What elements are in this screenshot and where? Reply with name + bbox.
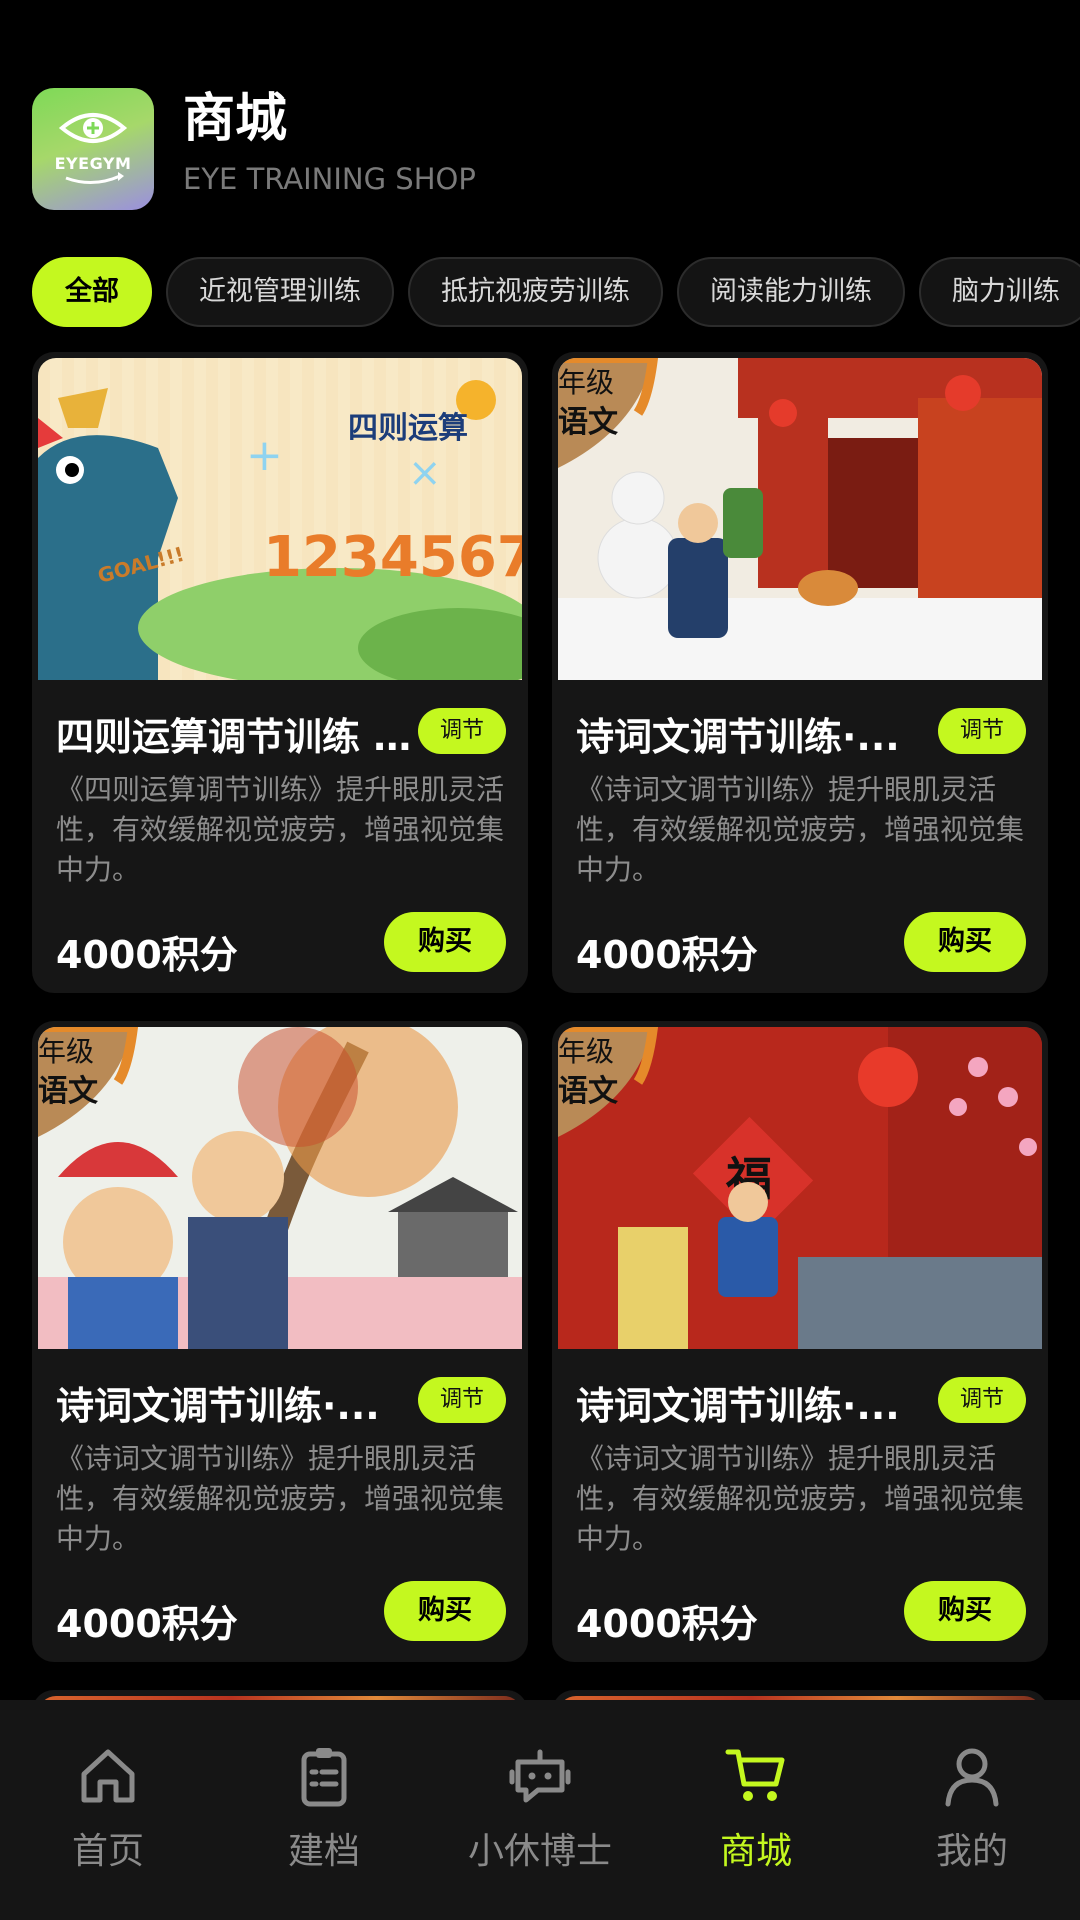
tab-reading[interactable]: 阅读能力训练 — [677, 257, 905, 327]
product-image: 福 年级 语文 — [558, 1027, 1042, 1349]
eye-logo-icon — [58, 113, 128, 184]
product-description: 《诗词文调节训练》提升眼肌灵活性，有效缓解视觉疲劳，增强视觉集中力。 — [576, 773, 1025, 886]
product-image: 年级 语文 — [558, 358, 1042, 680]
product-tag: 调节 — [937, 1377, 1026, 1423]
product-name: 诗词文调节训练·... — [56, 1384, 380, 1428]
product-image: 年级 语文 — [38, 1027, 522, 1349]
svg-text:×: × — [408, 450, 442, 496]
product-price: 4000积分 — [576, 933, 758, 977]
product-description: 《诗词文调节训练》提升眼肌灵活性，有效缓解视觉疲劳，增强视觉集中力。 — [576, 1442, 1025, 1555]
subject-badge: 语文 — [558, 405, 618, 440]
product-card[interactable]: 年级 语文 诗词文调节训练·... 调节 《诗词文调节训练》提升眼肌灵活性，有效… — [552, 352, 1048, 993]
cart-icon — [725, 1749, 785, 1801]
product-tag: 调节 — [417, 1377, 506, 1423]
page-title: 商城 — [183, 89, 288, 149]
header: EYEGYM 商城 EYE TRAINING SHOP — [0, 0, 1080, 240]
nav-home[interactable]: 首页 — [0, 1744, 216, 1874]
product-card[interactable]: 四则运算 1234567 9 GOAL!!! + × 四则运算调节训练 ... … — [32, 352, 528, 993]
product-card[interactable]: 年级 语文 诗词文调节训练·... 调节 《诗词文调节训练》提升眼肌灵活性，有效… — [32, 1021, 528, 1662]
app-root: EYEGYM 商城 EYE TRAINING SHOP 全部 近视管理训练 抵抗视疲… — [0, 0, 1080, 1920]
home-icon — [81, 1749, 135, 1803]
image-caption: 四则运算 — [348, 411, 468, 446]
nav-label: 我的 — [935, 1831, 1008, 1872]
product-image: 四则运算 1234567 9 GOAL!!! + × — [38, 358, 522, 680]
tab-anti-fatigue[interactable]: 抵抗视疲劳训练 — [408, 257, 663, 327]
product-price: 4000积分 — [56, 1602, 238, 1646]
logo-text: EYEGYM — [54, 154, 132, 173]
product-tag: 调节 — [417, 708, 506, 754]
nav-label: 建档 — [287, 1831, 360, 1872]
product-name: 诗词文调节训练·... — [576, 1384, 900, 1428]
nav-mine[interactable]: 我的 — [864, 1744, 1080, 1874]
product-tag: 调节 — [937, 708, 1026, 754]
subject-badge: 语文 — [38, 1074, 98, 1109]
product-description: 《四则运算调节训练》提升眼肌灵活性，有效缓解视觉疲劳，增强视觉集中力。 — [56, 773, 505, 886]
user-icon — [945, 1748, 999, 1807]
nav-dr-break[interactable]: 小休博士 — [432, 1744, 648, 1874]
nav-label: 首页 — [71, 1831, 144, 1872]
nav-label: 商城 — [719, 1831, 792, 1872]
buy-button[interactable]: 购买 — [384, 1581, 506, 1641]
product-name: 诗词文调节训练·... — [576, 715, 900, 759]
buy-button[interactable]: 购买 — [384, 912, 506, 972]
product-name: 四则运算调节训练 ... — [56, 715, 416, 759]
subject-badge: 语文 — [558, 1074, 618, 1109]
image-numbers: 1234567 9 — [263, 525, 522, 590]
product-price: 4000积分 — [56, 933, 238, 977]
category-tabs: 全部 近视管理训练 抵抗视疲劳训练 阅读能力训练 脑力训练 — [32, 257, 1080, 329]
tab-brain[interactable]: 脑力训练 — [919, 257, 1080, 327]
app-logo: EYEGYM — [32, 88, 154, 210]
product-price: 4000积分 — [576, 1602, 758, 1646]
nav-label: 小休博士 — [467, 1831, 612, 1872]
product-description: 《诗词文调节训练》提升眼肌灵活性，有效缓解视觉疲劳，增强视觉集中力。 — [56, 1442, 505, 1555]
nav-records[interactable]: 建档 — [216, 1744, 432, 1874]
robot-chat-icon — [509, 1749, 571, 1803]
buy-button[interactable]: 购买 — [904, 1581, 1026, 1641]
product-card[interactable]: 福 年级 语文 诗词文调节训练·... 调节 《诗词文调节训练》提升眼肌灵活性，… — [552, 1021, 1048, 1662]
svg-text:+: + — [246, 430, 283, 481]
tab-all[interactable]: 全部 — [32, 257, 152, 327]
buy-button[interactable]: 购买 — [904, 912, 1026, 972]
grade-badge: 年级 — [558, 366, 614, 399]
page-subtitle: EYE TRAINING SHOP — [183, 162, 476, 196]
tab-myopia-management[interactable]: 近视管理训练 — [166, 257, 394, 327]
grade-badge: 年级 — [38, 1035, 94, 1068]
clipboard-icon — [301, 1748, 347, 1807]
bottom-nav: 首页 建档 小休博士 商城 我的 — [0, 1700, 1080, 1920]
nav-shop[interactable]: 商城 — [648, 1744, 864, 1874]
grade-badge: 年级 — [558, 1035, 614, 1068]
